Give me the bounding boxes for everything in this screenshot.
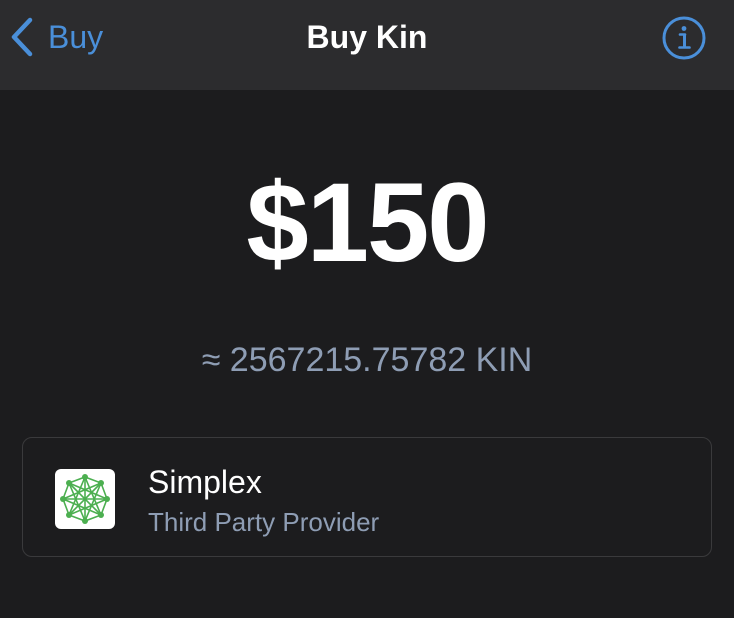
- provider-subtitle: Third Party Provider: [148, 507, 380, 537]
- provider-name: Simplex: [148, 464, 262, 500]
- purchase-amount: $150: [246, 160, 489, 285]
- info-button[interactable]: [661, 15, 707, 61]
- buy-kin-screen: Buy Buy Kin $150 ≈ 2567215.75782 KIN Sim…: [0, 0, 734, 618]
- kin-conversion-estimate: ≈ 2567215.75782 KIN: [201, 341, 533, 379]
- navigation-bar: Buy Buy Kin: [0, 0, 734, 90]
- page-title: Buy Kin: [306, 19, 428, 55]
- provider-card-simplex[interactable]: Simplex Third Party Provider: [22, 437, 712, 557]
- simplex-logo: [55, 469, 115, 529]
- info-circle-icon: [661, 15, 707, 61]
